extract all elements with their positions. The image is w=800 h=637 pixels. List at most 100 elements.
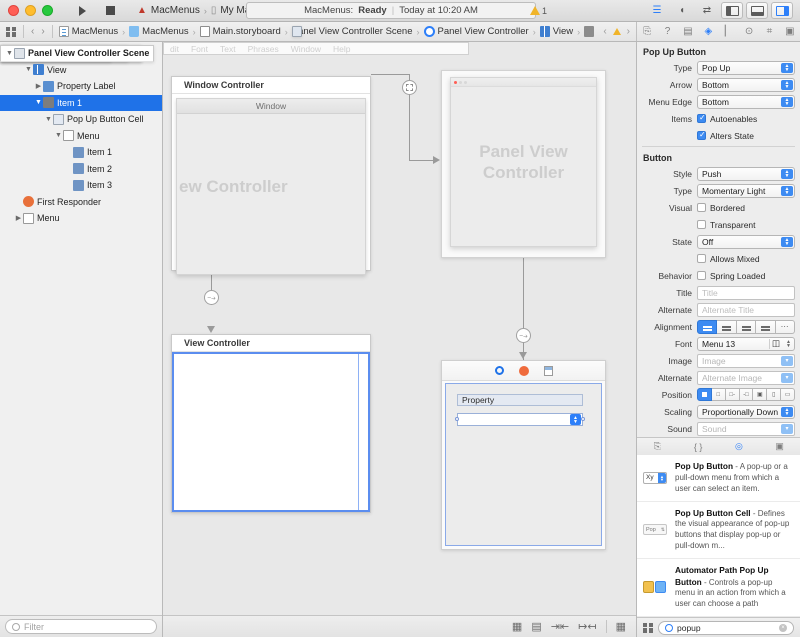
- zoom-button[interactable]: [42, 5, 53, 16]
- checkbox-transparent[interactable]: Transparent: [697, 220, 795, 230]
- checkbox-alters-state[interactable]: Alters State: [697, 131, 795, 141]
- breadcrumb-item-scene[interactable]: Panel View Controller Scene: [292, 26, 413, 37]
- outline-row-view[interactable]: ▼View: [0, 62, 162, 79]
- breadcrumb-item-view[interactable]: View: [540, 26, 573, 37]
- close-button[interactable]: [8, 5, 19, 16]
- connections-inspector-tab[interactable]: ⊙: [742, 25, 757, 39]
- scene-selected-panel[interactable]: Property ▲▼: [441, 360, 606, 550]
- list-item[interactable]: Automator Path Pop Up Button - Controls …: [637, 559, 800, 617]
- breadcrumb-item-view-controller[interactable]: Panel View Controller: [424, 26, 529, 37]
- run-button[interactable]: [69, 2, 95, 19]
- outline-row-first-responder[interactable]: First Responder: [0, 194, 162, 211]
- view-effects-inspector-tab[interactable]: ▣: [782, 25, 797, 39]
- combo-alternate[interactable]: Alternate Image▾: [697, 371, 795, 385]
- relationship-badge[interactable]: ⤍: [516, 328, 531, 343]
- popup-arrow[interactable]: Bottom▲▼: [697, 78, 795, 92]
- popup-type[interactable]: Momentary Light▲▼: [697, 184, 795, 198]
- alignment-option-natural[interactable]: ⋯: [776, 320, 795, 334]
- outline-row-item-1[interactable]: Item 1: [0, 144, 162, 161]
- outline-row-menu[interactable]: ▼Menu: [0, 128, 162, 145]
- view-controller-icon[interactable]: [495, 366, 504, 375]
- stop-button[interactable]: [97, 2, 123, 19]
- list-item[interactable]: Xy▲▼ Pop Up Button - A pop-up or a pull-…: [637, 455, 800, 501]
- bindings-inspector-tab[interactable]: ⌗: [762, 25, 777, 39]
- textfield-alternate[interactable]: Alternate Title: [697, 303, 795, 317]
- media-library-tab[interactable]: ▣: [772, 440, 788, 454]
- outline-row-item-1[interactable]: ▼Item 1: [0, 95, 162, 112]
- alignment-option-0[interactable]: [697, 320, 717, 334]
- outline-row-menu[interactable]: ▶Menu: [0, 210, 162, 227]
- attributes-inspector-tab[interactable]: ◈: [701, 25, 716, 39]
- outline-row-pop-up-button-cell[interactable]: ▼Pop Up Button Cell: [0, 111, 162, 128]
- scene-view-controller[interactable]: View Controller: [171, 334, 371, 513]
- checkbox-behavior[interactable]: Spring Loaded: [697, 271, 795, 281]
- zoom-grid-icon[interactable]: ▦: [616, 620, 626, 633]
- textfield-title[interactable]: Title: [697, 286, 795, 300]
- alignment-segmented-control[interactable]: ⋯: [697, 320, 795, 334]
- alignment-option-2[interactable]: [737, 320, 756, 334]
- quick-help-inspector-tab[interactable]: ?: [660, 25, 675, 39]
- back-button[interactable]: ‹: [31, 26, 34, 37]
- object-library-tab[interactable]: ◎: [731, 440, 747, 454]
- alignment-option-3[interactable]: [756, 320, 775, 334]
- breadcrumb-item-menu-item[interactable]: Item 1: [584, 26, 597, 37]
- file-template-library-tab[interactable]: ⎘: [649, 440, 665, 454]
- pin-icon[interactable]: ▤: [531, 620, 541, 633]
- breadcrumb-item-folder[interactable]: MacMenus: [129, 26, 188, 37]
- breadcrumb-item-storyboard[interactable]: Main.storyboard: [200, 26, 281, 37]
- image-position-option-5[interactable]: ▯: [767, 388, 781, 401]
- alignment-option-1[interactable]: [717, 320, 736, 334]
- editor-version-button[interactable]: ⇄: [696, 2, 718, 19]
- scene-window-controller[interactable]: Window Controller Window ew Controller: [171, 76, 371, 271]
- breadcrumb-item-project[interactable]: MacMenus: [59, 26, 118, 37]
- minimize-button[interactable]: [25, 5, 36, 16]
- list-item[interactable]: Pop⇅ Pop Up Button Cell - Defines the vi…: [637, 502, 800, 559]
- exit-icon[interactable]: [544, 366, 553, 376]
- combo-image[interactable]: Image▾: [697, 354, 795, 368]
- outline-row-item-2[interactable]: Item 2: [0, 161, 162, 178]
- clear-search-icon[interactable]: ×: [779, 624, 787, 632]
- identity-inspector-tab[interactable]: ▤: [680, 25, 695, 39]
- checkbox-items[interactable]: Autoenables: [697, 114, 795, 124]
- combo-sound[interactable]: Sound▾: [697, 422, 795, 436]
- image-position-option-4[interactable]: ▣: [753, 388, 767, 401]
- scene-panel-view-controller[interactable]: Panel View Controller: [441, 70, 606, 258]
- popup-style[interactable]: Push▲▼: [697, 167, 795, 181]
- popup-menu-edge[interactable]: Bottom▲▼: [697, 95, 795, 109]
- disclosure-triangle-icon[interactable]: ▼: [34, 99, 43, 106]
- toggle-utilities-button[interactable]: [771, 2, 793, 19]
- forward-button[interactable]: ›: [41, 26, 44, 37]
- library-view-mode-icon[interactable]: [643, 623, 653, 633]
- related-items-icon[interactable]: [6, 27, 16, 37]
- relationship-badge[interactable]: ⤍: [204, 290, 219, 305]
- disclosure-triangle-icon[interactable]: ▼: [44, 116, 53, 123]
- code-snippet-library-tab[interactable]: { }: [690, 440, 706, 454]
- property-popup-button[interactable]: ▲▼: [457, 413, 583, 426]
- font-panel-icon[interactable]: ◫: [769, 339, 782, 349]
- next-issue-button[interactable]: ›: [627, 26, 630, 37]
- file-inspector-tab[interactable]: ⎘: [640, 25, 655, 39]
- editor-assistant-button[interactable]: ◖: [671, 2, 693, 19]
- disclosure-triangle-icon[interactable]: ▶: [34, 82, 43, 90]
- align-icon[interactable]: ▦: [512, 620, 522, 633]
- checkbox-allows-mixed[interactable]: Allows Mixed: [697, 254, 795, 264]
- disclosure-triangle-icon[interactable]: ▼: [54, 132, 63, 139]
- popup-scaling[interactable]: Proportionally Down▲▼: [697, 405, 795, 419]
- resolve-auto-layout-icon[interactable]: ⇥⇤: [551, 620, 569, 633]
- stepper-icon[interactable]: ▲▼: [784, 339, 793, 349]
- selection-handle[interactable]: [455, 417, 459, 421]
- panel-content-view[interactable]: Property ▲▼: [445, 383, 602, 546]
- font-control[interactable]: Menu 13◫▲▼: [697, 337, 795, 351]
- image-position-control[interactable]: □□‐‐□▣▯▭: [697, 388, 795, 401]
- toggle-debug-button[interactable]: [746, 2, 768, 19]
- size-inspector-tab[interactable]: ▏: [721, 25, 736, 39]
- disclosure-triangle-icon[interactable]: ▼: [24, 66, 33, 73]
- previous-issue-button[interactable]: ‹: [603, 26, 606, 37]
- filter-input[interactable]: Filter: [5, 619, 157, 634]
- image-position-option-3[interactable]: ‐□: [740, 388, 754, 401]
- outline-row-panel-view-controller-scene[interactable]: ▼Panel View Controller Scene: [0, 45, 154, 62]
- warning-indicator[interactable]: 1: [530, 6, 547, 16]
- editor-standard-button[interactable]: ☰: [646, 2, 668, 19]
- selection-handle[interactable]: [581, 417, 585, 421]
- image-position-option-6[interactable]: ▭: [781, 388, 795, 401]
